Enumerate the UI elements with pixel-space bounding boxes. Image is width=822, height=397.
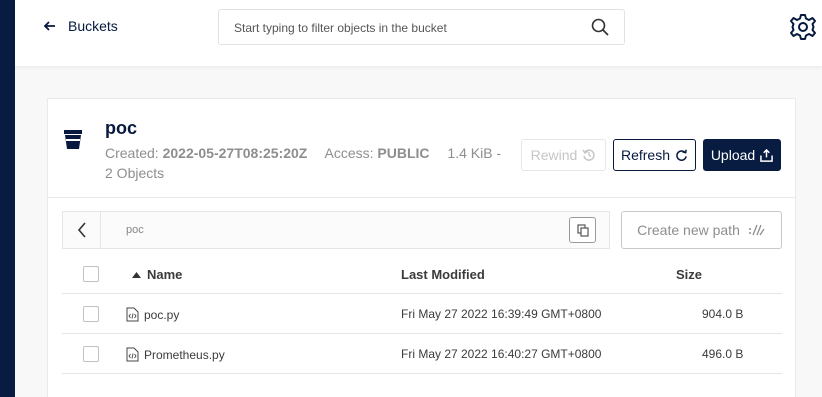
- back-link-label: Buckets: [68, 18, 118, 34]
- create-new-path-button[interactable]: Create new path: [621, 211, 782, 249]
- copy-path-button[interactable]: [569, 217, 596, 243]
- left-sidebar-strip: [0, 0, 15, 397]
- access-label: Access:: [324, 145, 374, 161]
- refresh-icon: [676, 149, 687, 161]
- file-name-cell[interactable]: Prometheus.py: [126, 347, 225, 362]
- copy-icon: [576, 223, 589, 237]
- chevron-left-icon: [77, 222, 86, 238]
- table-row[interactable]: poc.py Fri May 27 2022 16:39:49 GMT+0800…: [62, 294, 782, 334]
- sort-ascending-icon: [132, 271, 141, 278]
- refresh-button[interactable]: Refresh: [613, 139, 696, 171]
- bucket-panel: poc Created: 2022-05-27T08:25:20Z Access…: [47, 98, 796, 397]
- file-name: poc.py: [144, 307, 180, 322]
- top-bar: Buckets: [15, 0, 822, 66]
- size-cell: 496.0 B: [702, 347, 744, 361]
- code-file-icon: [126, 307, 139, 322]
- size-cell: 904.0 B: [702, 307, 744, 321]
- object-filter-search[interactable]: [218, 9, 625, 45]
- file-name: Prometheus.py: [144, 347, 225, 362]
- bucket-header: poc Created: 2022-05-27T08:25:20Z Access…: [48, 99, 795, 198]
- table-header: Name Last Modified Size: [62, 254, 782, 294]
- upload-icon: [760, 148, 774, 162]
- search-input[interactable]: [234, 19, 574, 37]
- bucket-size: 1.4 KiB -: [447, 145, 502, 161]
- column-header-name[interactable]: Name: [132, 267, 182, 282]
- last-modified-cell: Fri May 27 2022 16:39:49 GMT+0800: [401, 307, 602, 321]
- arrow-left-icon: [44, 21, 55, 31]
- objects-table: Name Last Modified Size poc.py Fri May 2…: [62, 254, 782, 374]
- breadcrumb: poc: [62, 211, 610, 249]
- created-value: 2022-05-27T08:25:20Z: [162, 145, 308, 161]
- column-header-last-modified[interactable]: Last Modified: [401, 267, 485, 282]
- rewind-icon: [582, 149, 595, 161]
- refresh-button-label: Refresh: [620, 147, 671, 163]
- code-file-icon: [126, 347, 139, 362]
- rewind-button[interactable]: Rewind: [521, 139, 606, 171]
- search-icon[interactable]: [591, 18, 609, 36]
- select-all-checkbox[interactable]: [83, 266, 99, 282]
- bucket-name: poc: [105, 118, 138, 138]
- rewind-button-label: Rewind: [530, 147, 578, 163]
- object-count: 2 Objects: [105, 165, 165, 181]
- upload-button[interactable]: Upload: [703, 139, 781, 171]
- bucket-icon: [64, 130, 82, 149]
- name-header-label: Name: [147, 267, 183, 282]
- create-new-path-label: Create new path: [637, 222, 740, 238]
- current-path: poc: [126, 224, 144, 236]
- file-name-cell[interactable]: poc.py: [126, 307, 179, 322]
- gear-icon[interactable]: [789, 13, 817, 41]
- new-path-icon: [748, 224, 765, 236]
- bucket-meta: Created: 2022-05-27T08:25:20Z Access: PU…: [105, 143, 510, 183]
- access-value: PUBLIC: [377, 145, 430, 161]
- row-checkbox[interactable]: [83, 306, 99, 322]
- path-back-button[interactable]: [63, 212, 101, 248]
- created-label: Created:: [105, 145, 159, 161]
- row-checkbox[interactable]: [83, 346, 99, 362]
- last-modified-cell: Fri May 27 2022 16:40:27 GMT+0800: [401, 347, 602, 361]
- table-row[interactable]: Prometheus.py Fri May 27 2022 16:40:27 G…: [62, 334, 782, 374]
- column-header-size[interactable]: Size: [676, 267, 702, 282]
- back-to-buckets-link[interactable]: Buckets: [44, 18, 118, 34]
- upload-button-label: Upload: [710, 147, 756, 163]
